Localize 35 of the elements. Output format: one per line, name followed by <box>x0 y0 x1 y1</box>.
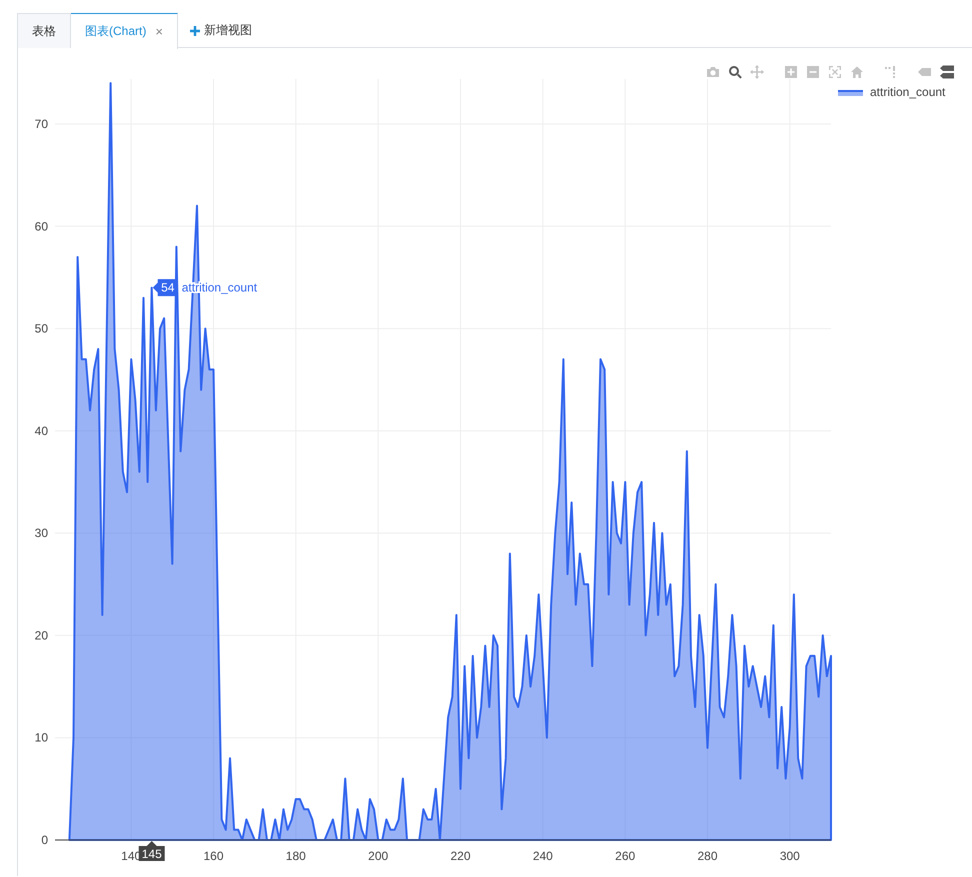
add-view-button[interactable]: 新增视图 <box>178 13 264 48</box>
zoom-in-icon[interactable] <box>784 65 798 79</box>
plus-icon <box>190 26 200 36</box>
axis-tick-label: 240 <box>532 849 553 863</box>
axis-tick-label: 260 <box>615 849 636 863</box>
axis-tick-label: 50 <box>34 322 48 336</box>
close-icon[interactable]: × <box>155 24 163 39</box>
legend-label[interactable]: attrition_count <box>870 85 946 99</box>
axis-tick-label: 0 <box>41 833 48 847</box>
axis-tick-label: 220 <box>450 849 470 863</box>
zoom-out-icon[interactable] <box>806 65 820 79</box>
move-icon[interactable] <box>750 65 764 79</box>
axis-tick-label: 20 <box>34 628 48 642</box>
autoscale-icon[interactable] <box>828 65 842 79</box>
camera-icon[interactable] <box>706 65 720 79</box>
home-icon[interactable] <box>850 65 864 79</box>
axis-tick-label: 300 <box>780 849 800 863</box>
hover-label: 54 <box>152 279 178 296</box>
tab[interactable]: 图表(Chart) × <box>71 13 178 49</box>
axis-tick-label: 280 <box>697 849 718 863</box>
zoom-icon[interactable] <box>728 65 742 79</box>
axis-tick-label: 10 <box>34 730 48 745</box>
tag-icon[interactable] <box>918 65 932 79</box>
hover-axis-label: 145 <box>138 841 165 861</box>
axis-tick-label: 40 <box>34 424 48 438</box>
compare-icon[interactable] <box>940 65 954 79</box>
axis-tick-label: 180 <box>286 849 306 863</box>
legend-swatch[interactable] <box>838 90 863 96</box>
axis-tick-label: 200 <box>368 849 388 863</box>
axis-tick-label: 60 <box>34 219 48 234</box>
tab[interactable]: 表格 <box>17 13 71 48</box>
spike-icon[interactable] <box>884 65 898 79</box>
axis-tick-label: 30 <box>34 526 48 540</box>
axis-tick-label: 70 <box>34 117 48 131</box>
axis-tick-label: 160 <box>203 849 224 863</box>
